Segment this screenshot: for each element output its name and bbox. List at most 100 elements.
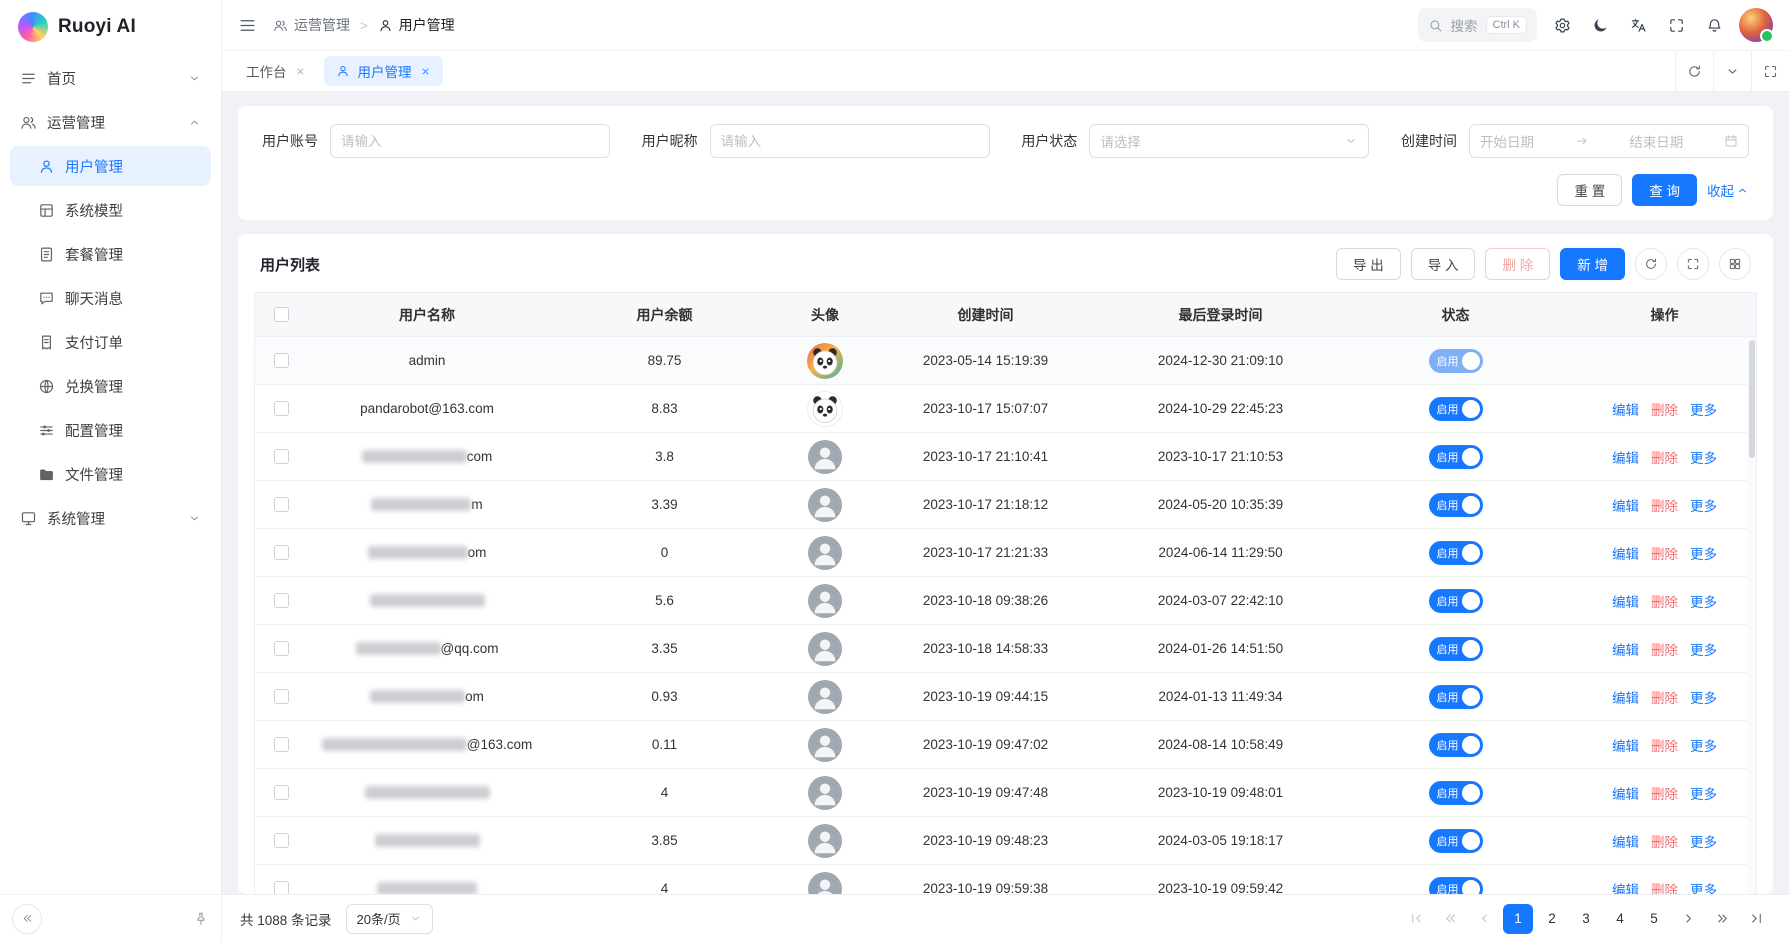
- sidebar-collapse-button[interactable]: [12, 904, 42, 934]
- table-fullscreen-button[interactable]: [1677, 248, 1709, 280]
- select-all-checkbox[interactable]: [274, 307, 289, 322]
- more-link[interactable]: 更多: [1690, 687, 1717, 707]
- page-2-button[interactable]: 2: [1537, 904, 1567, 934]
- settings-button[interactable]: [1545, 8, 1579, 42]
- jump-back-button[interactable]: [1435, 904, 1465, 934]
- prev-page-button[interactable]: [1469, 904, 1499, 934]
- nickname-input[interactable]: [710, 124, 990, 158]
- scrollbar-thumb[interactable]: [1749, 340, 1755, 458]
- row-checkbox[interactable]: [274, 833, 289, 848]
- reset-button[interactable]: 重 置: [1557, 174, 1622, 206]
- status-toggle[interactable]: 启用: [1429, 397, 1483, 421]
- more-link[interactable]: 更多: [1690, 639, 1717, 659]
- delete-link[interactable]: 删除: [1651, 783, 1678, 803]
- delete-link[interactable]: 删除: [1651, 591, 1678, 611]
- row-checkbox[interactable]: [274, 449, 289, 464]
- edit-link[interactable]: 编辑: [1612, 447, 1639, 467]
- query-button[interactable]: 查 询: [1632, 174, 1697, 206]
- sidebar-item-system-model[interactable]: 系统模型: [10, 190, 211, 230]
- breadcrumb-item-user-management[interactable]: 用户管理: [378, 15, 455, 35]
- sidebar-item-exchange-management[interactable]: 兑换管理: [10, 366, 211, 406]
- add-button[interactable]: 新 增: [1560, 248, 1625, 280]
- tab-workbench[interactable]: 工作台: [234, 56, 318, 86]
- delete-link[interactable]: 删除: [1651, 495, 1678, 515]
- delete-link[interactable]: 删除: [1651, 447, 1678, 467]
- more-link[interactable]: 更多: [1690, 591, 1717, 611]
- export-button[interactable]: 导 出: [1336, 248, 1401, 280]
- page-1-button[interactable]: 1: [1503, 904, 1533, 934]
- delete-link[interactable]: 删除: [1651, 735, 1678, 755]
- edit-link[interactable]: 编辑: [1612, 639, 1639, 659]
- more-link[interactable]: 更多: [1690, 447, 1717, 467]
- delete-button[interactable]: 删 除: [1485, 248, 1550, 280]
- row-checkbox[interactable]: [274, 545, 289, 560]
- refresh-table-button[interactable]: [1635, 248, 1667, 280]
- language-button[interactable]: [1621, 8, 1655, 42]
- status-toggle[interactable]: 启用: [1429, 733, 1483, 757]
- edit-link[interactable]: 编辑: [1612, 543, 1639, 563]
- date-range-picker[interactable]: 开始日期 结束日期: [1469, 124, 1749, 158]
- status-toggle[interactable]: 启用: [1429, 349, 1483, 373]
- delete-link[interactable]: 删除: [1651, 879, 1678, 895]
- more-link[interactable]: 更多: [1690, 399, 1717, 419]
- last-page-button[interactable]: [1741, 904, 1771, 934]
- status-toggle[interactable]: 启用: [1429, 589, 1483, 613]
- sidebar-item-system-management[interactable]: 系统管理: [10, 498, 211, 538]
- page-size-select[interactable]: 20条/页: [346, 904, 433, 934]
- row-checkbox[interactable]: [274, 593, 289, 608]
- more-link[interactable]: 更多: [1690, 831, 1717, 851]
- delete-link[interactable]: 删除: [1651, 399, 1678, 419]
- status-toggle[interactable]: 启用: [1429, 637, 1483, 661]
- page-3-button[interactable]: 3: [1571, 904, 1601, 934]
- dark-mode-button[interactable]: [1583, 8, 1617, 42]
- delete-link[interactable]: 删除: [1651, 639, 1678, 659]
- close-tab-icon[interactable]: [295, 66, 306, 77]
- delete-link[interactable]: 删除: [1651, 831, 1678, 851]
- status-toggle[interactable]: 启用: [1429, 685, 1483, 709]
- status-toggle[interactable]: 启用: [1429, 829, 1483, 853]
- status-toggle[interactable]: 启用: [1429, 541, 1483, 565]
- edit-link[interactable]: 编辑: [1612, 879, 1639, 895]
- sidebar-item-user-management[interactable]: 用户管理: [10, 146, 211, 186]
- sidebar-item-chat-messages[interactable]: 聊天消息: [10, 278, 211, 318]
- status-select[interactable]: 请选择: [1089, 124, 1369, 158]
- next-page-button[interactable]: [1673, 904, 1703, 934]
- status-toggle[interactable]: 启用: [1429, 445, 1483, 469]
- account-input[interactable]: [330, 124, 610, 158]
- edit-link[interactable]: 编辑: [1612, 399, 1639, 419]
- row-checkbox[interactable]: [274, 641, 289, 656]
- page-5-button[interactable]: 5: [1639, 904, 1669, 934]
- edit-link[interactable]: 编辑: [1612, 831, 1639, 851]
- status-toggle[interactable]: 启用: [1429, 493, 1483, 517]
- sidebar-item-payment-orders[interactable]: 支付订单: [10, 322, 211, 362]
- more-link[interactable]: 更多: [1690, 735, 1717, 755]
- delete-link[interactable]: 删除: [1651, 687, 1678, 707]
- row-checkbox[interactable]: [274, 737, 289, 752]
- sidebar-item-file-management[interactable]: 文件管理: [10, 454, 211, 494]
- tab-user-management[interactable]: 用户管理: [324, 56, 443, 86]
- sidebar-item-config-management[interactable]: 配置管理: [10, 410, 211, 450]
- sidebar-item-operations[interactable]: 运营管理: [10, 102, 211, 142]
- sidebar-item-home[interactable]: 首页: [10, 58, 211, 98]
- edit-link[interactable]: 编辑: [1612, 735, 1639, 755]
- jump-forward-button[interactable]: [1707, 904, 1737, 934]
- more-link[interactable]: 更多: [1690, 783, 1717, 803]
- refresh-page-button[interactable]: [1675, 51, 1713, 91]
- column-settings-button[interactable]: [1719, 248, 1751, 280]
- row-checkbox[interactable]: [274, 881, 289, 894]
- import-button[interactable]: 导 入: [1411, 248, 1476, 280]
- row-checkbox[interactable]: [274, 401, 289, 416]
- first-page-button[interactable]: [1401, 904, 1431, 934]
- row-checkbox[interactable]: [274, 353, 289, 368]
- edit-link[interactable]: 编辑: [1612, 591, 1639, 611]
- edit-link[interactable]: 编辑: [1612, 687, 1639, 707]
- close-tab-icon[interactable]: [420, 66, 431, 77]
- user-avatar[interactable]: [1739, 8, 1773, 42]
- row-checkbox[interactable]: [274, 497, 289, 512]
- more-link[interactable]: 更多: [1690, 495, 1717, 515]
- status-toggle[interactable]: 启用: [1429, 781, 1483, 805]
- row-checkbox[interactable]: [274, 689, 289, 704]
- notifications-button[interactable]: [1697, 8, 1731, 42]
- pin-icon[interactable]: [193, 911, 209, 927]
- hamburger-menu-icon[interactable]: [238, 16, 257, 35]
